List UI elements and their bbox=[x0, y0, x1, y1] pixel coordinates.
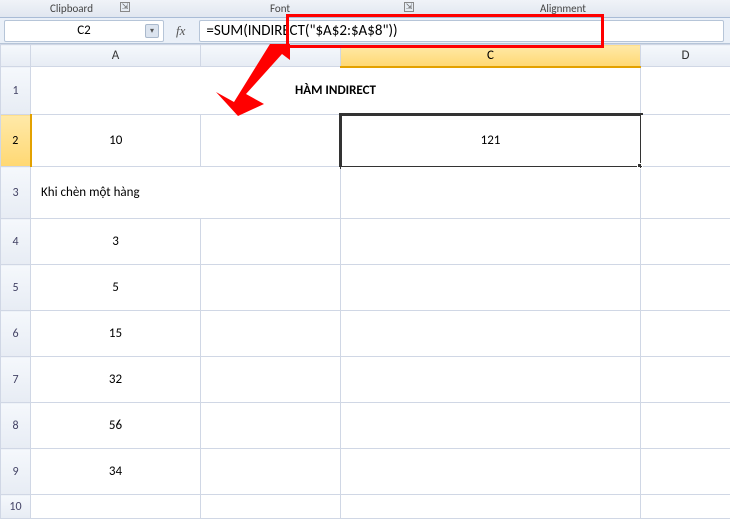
spreadsheet-grid[interactable]: A B C D 1 HÀM INDIRECT 2 10 121 3 Khi ch… bbox=[0, 44, 730, 519]
cell-d5[interactable] bbox=[641, 265, 730, 311]
cell-d2[interactable] bbox=[641, 115, 730, 167]
cell-d10[interactable] bbox=[641, 495, 730, 519]
cell-a7[interactable]: 32 bbox=[31, 357, 201, 403]
cell-c2-value: 121 bbox=[481, 133, 501, 148]
cell-d7[interactable] bbox=[641, 357, 730, 403]
cell-c10[interactable] bbox=[341, 495, 641, 519]
cell-b6[interactable] bbox=[201, 311, 341, 357]
cell-c8[interactable] bbox=[341, 403, 641, 449]
cell-d9[interactable] bbox=[641, 449, 730, 495]
row-header-4[interactable]: 4 bbox=[1, 219, 31, 265]
cell-a6[interactable]: 15 bbox=[31, 311, 201, 357]
col-header-c[interactable]: C bbox=[341, 45, 641, 67]
cell-b9[interactable] bbox=[201, 449, 341, 495]
cell-d4[interactable] bbox=[641, 219, 730, 265]
formula-text: =SUM(INDIRECT("$A$2:$A$8")) bbox=[206, 22, 397, 40]
row-header-8[interactable]: 8 bbox=[1, 403, 31, 449]
cell-c2[interactable]: 121 bbox=[341, 115, 641, 167]
column-header-row: A B C D bbox=[1, 45, 730, 67]
cell-c9[interactable] bbox=[341, 449, 641, 495]
cell-a2[interactable]: 10 bbox=[31, 115, 201, 167]
row-header-2[interactable]: 2 bbox=[1, 115, 31, 167]
formula-input[interactable]: =SUM(INDIRECT("$A$2:$A$8")) bbox=[199, 20, 724, 42]
row-header-5[interactable]: 5 bbox=[1, 265, 31, 311]
cell-d3[interactable] bbox=[641, 167, 730, 219]
font-launcher-icon[interactable] bbox=[404, 2, 414, 12]
cell-b8[interactable] bbox=[201, 403, 341, 449]
row-header-9[interactable]: 9 bbox=[1, 449, 31, 495]
cell-a9[interactable]: 34 bbox=[31, 449, 201, 495]
clipboard-launcher-icon[interactable] bbox=[120, 2, 130, 12]
cell-d8[interactable] bbox=[641, 403, 730, 449]
ribbon-group-bar: Clipboard Font Alignment bbox=[0, 0, 730, 18]
row-header-3[interactable]: 3 bbox=[1, 167, 31, 219]
cell-a8[interactable]: 56 bbox=[31, 403, 201, 449]
ribbon-group-alignment: Alignment bbox=[540, 2, 586, 15]
cell-a10[interactable] bbox=[31, 495, 201, 519]
cell-b7[interactable] bbox=[201, 357, 341, 403]
cell-c7[interactable] bbox=[341, 357, 641, 403]
select-all-corner[interactable] bbox=[1, 45, 31, 67]
cell-d1[interactable] bbox=[641, 67, 730, 115]
cell-a5[interactable]: 5 bbox=[31, 265, 201, 311]
fx-icon[interactable]: fx bbox=[174, 23, 191, 39]
formula-buttons: fx bbox=[166, 23, 199, 39]
col-header-d[interactable]: D bbox=[641, 45, 730, 67]
chevron-down-icon[interactable]: ▾ bbox=[145, 24, 159, 38]
ribbon-group-clipboard: Clipboard bbox=[50, 2, 93, 15]
cell-b4[interactable] bbox=[201, 219, 341, 265]
title-cell[interactable]: HÀM INDIRECT bbox=[31, 67, 641, 115]
cell-a3-b3[interactable]: Khi chèn một hàng bbox=[31, 167, 341, 219]
cell-c6[interactable] bbox=[341, 311, 641, 357]
cell-b10[interactable] bbox=[201, 495, 341, 519]
cell-c5[interactable] bbox=[341, 265, 641, 311]
cell-a4[interactable]: 3 bbox=[31, 219, 201, 265]
name-box[interactable]: C2 ▾ bbox=[4, 20, 164, 42]
cell-c4[interactable] bbox=[341, 219, 641, 265]
row-header-1[interactable]: 1 bbox=[1, 67, 31, 115]
row-header-7[interactable]: 7 bbox=[1, 357, 31, 403]
cell-b5[interactable] bbox=[201, 265, 341, 311]
row-header-6[interactable]: 6 bbox=[1, 311, 31, 357]
row-header-10[interactable]: 10 bbox=[1, 495, 31, 519]
col-header-b[interactable]: B bbox=[201, 45, 341, 67]
name-box-value: C2 bbox=[77, 23, 91, 38]
ribbon-group-font: Font bbox=[270, 2, 290, 15]
col-header-a[interactable]: A bbox=[31, 45, 201, 67]
cell-d6[interactable] bbox=[641, 311, 730, 357]
cell-b2[interactable] bbox=[201, 115, 341, 167]
formula-bar: C2 ▾ fx =SUM(INDIRECT("$A$2:$A$8")) bbox=[0, 18, 730, 44]
cell-c3[interactable] bbox=[341, 167, 641, 219]
